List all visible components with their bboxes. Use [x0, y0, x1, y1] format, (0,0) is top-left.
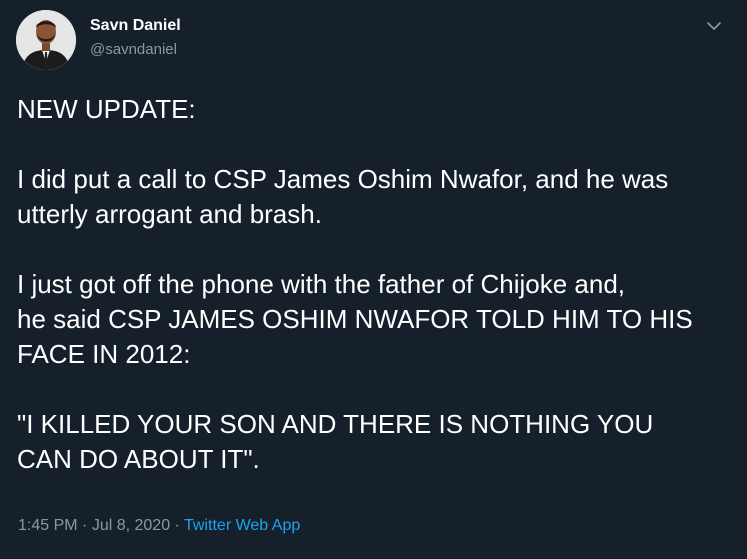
- avatar-image: [16, 10, 76, 70]
- tweet-time[interactable]: 1:45 PM: [18, 517, 78, 534]
- author-handle[interactable]: @savndaniel: [90, 41, 177, 58]
- tweet-paragraph: I did put a call to CSP James Oshim Nwaf…: [17, 164, 669, 229]
- author-name[interactable]: Savn Daniel: [90, 17, 181, 35]
- chevron-down-icon[interactable]: [703, 16, 725, 36]
- tweet-meta: 1:45 PM · Jul 8, 2020 · Twitter Web App: [18, 517, 300, 535]
- tweet-source-link[interactable]: Twitter Web App: [184, 517, 300, 534]
- tweet-paragraph: I just got off the phone with the father…: [17, 269, 693, 369]
- tweet-paragraph: "I KILLED YOUR SON AND THERE IS NOTHING …: [17, 409, 654, 474]
- avatar[interactable]: [16, 10, 76, 70]
- meta-separator: ·: [77, 517, 92, 534]
- tweet-paragraph: NEW UPDATE:: [17, 94, 196, 124]
- tweet-card: Savn Daniel @savndaniel NEW UPDATE: I di…: [0, 0, 747, 559]
- meta-separator: ·: [170, 517, 185, 534]
- tweet-date[interactable]: Jul 8, 2020: [92, 517, 170, 534]
- tweet-text: NEW UPDATE: I did put a call to CSP Jame…: [17, 92, 732, 477]
